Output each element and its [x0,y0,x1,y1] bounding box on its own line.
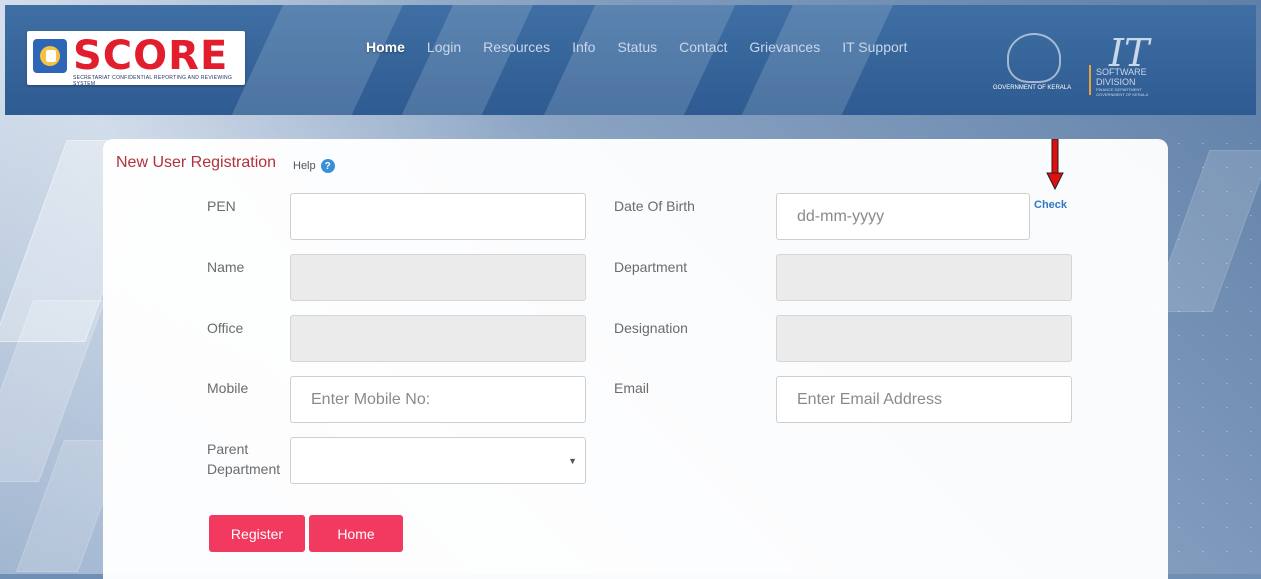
parent-department-label: Parent Department [207,441,281,477]
department-label: Department [614,259,688,275]
dob-input[interactable] [776,193,1030,240]
kerala-emblem-icon [1007,33,1061,83]
nav-grievances[interactable]: Grievances [738,39,831,55]
page-title: New User Registration [116,154,277,171]
government-of-kerala-logo: GOVERNMENT OF KERALA [987,33,1077,97]
name-field [290,254,586,301]
nav-info[interactable]: Info [561,39,606,55]
red-arrow-down-icon [1046,139,1064,191]
email-label: Email [614,380,650,396]
main-nav: Home Login Resources Info Status Contact… [366,39,918,55]
gov-label: GOVERNMENT OF KERALA [992,85,1072,91]
register-button[interactable]: Register [209,515,305,552]
nav-home[interactable]: Home [366,39,416,55]
home-button[interactable]: Home [309,515,403,552]
designation-label: Designation [614,320,688,336]
it-software-division-logo: IT SOFTWARE DIVISION FINANCE DEPARTMENT G… [1089,31,1169,97]
logo-text: SCORE [73,33,229,79]
nav-status[interactable]: Status [606,39,668,55]
designation-field [776,315,1072,362]
nav-contact[interactable]: Contact [668,39,738,55]
it-division-label: SOFTWARE DIVISION [1096,67,1147,87]
name-label: Name [207,259,245,275]
nav-it-support[interactable]: IT Support [831,39,918,55]
it-division-sublabel: FINANCE DEPARTMENT GOVERNMENT OF KERALA [1096,87,1149,97]
chevron-down-icon: ▼ [568,456,577,466]
score-emblem-icon [33,39,67,73]
score-logo[interactable]: SCORE SECRETARIAT CONFIDENTIAL REPORTING… [27,31,245,87]
check-link[interactable]: Check [1034,199,1067,211]
mobile-label: Mobile [207,380,249,396]
nav-login[interactable]: Login [416,39,472,55]
site-header: SCORE SECRETARIAT CONFIDENTIAL REPORTING… [5,5,1256,115]
parent-department-select[interactable]: ▼ [290,437,586,484]
dob-label: Date Of Birth [614,198,695,214]
registration-panel: New User Registration Help ? PEN Name Of… [103,139,1168,579]
office-field [290,315,586,362]
pen-input[interactable] [290,193,586,240]
help-icon[interactable]: ? [320,159,335,173]
office-label: Office [207,320,244,336]
help-label: Help [293,160,316,172]
mobile-input[interactable] [290,376,586,423]
nav-resources[interactable]: Resources [472,39,561,55]
email-input[interactable] [776,376,1072,423]
pen-label: PEN [207,198,236,214]
help-link[interactable]: Help ? [293,159,335,173]
logo-tagline: SECRETARIAT CONFIDENTIAL REPORTING AND R… [73,75,233,87]
department-field [776,254,1072,301]
